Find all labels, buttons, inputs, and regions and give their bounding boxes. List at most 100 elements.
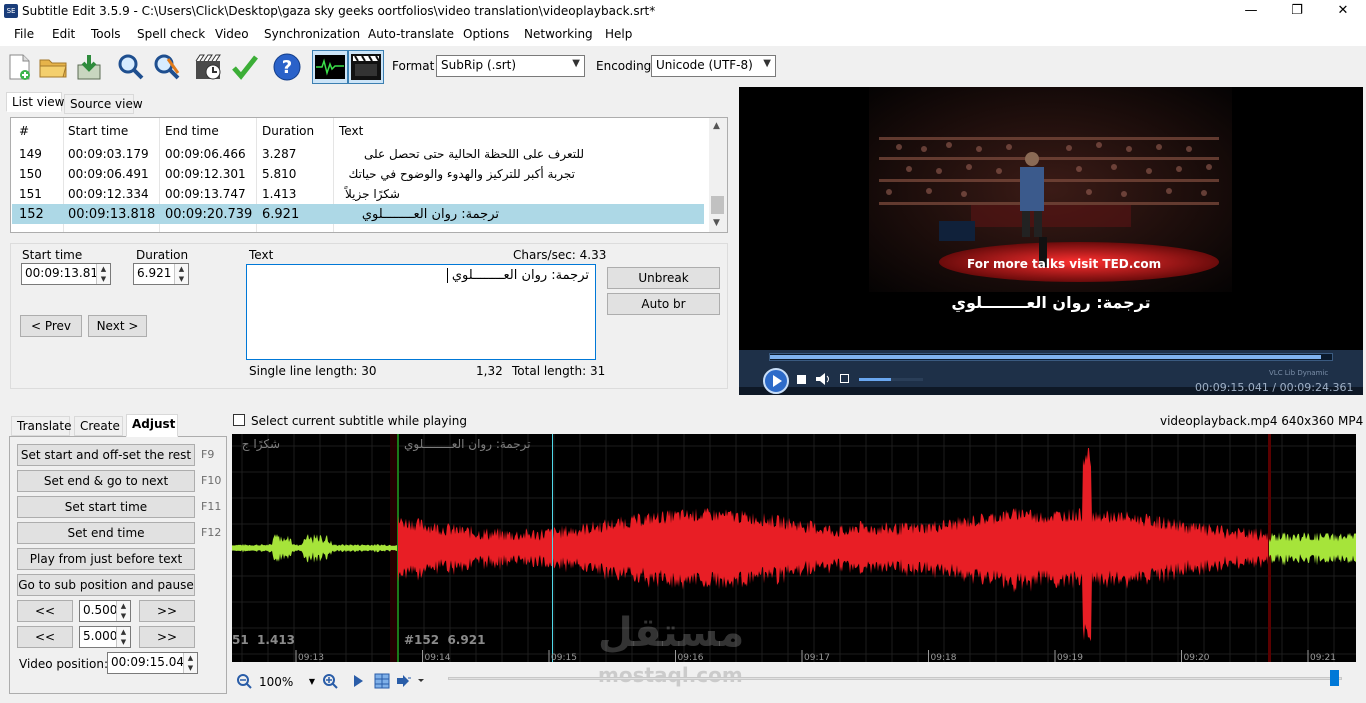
go-to-sub-pause-button[interactable]: Go to sub position and pause — [17, 574, 195, 596]
waveform-current-sub-info: #152 6.921 — [404, 633, 486, 647]
zoom-in-icon[interactable] — [322, 673, 338, 692]
zoom-select[interactable]: 100% ▼ — [255, 673, 317, 693]
col-header-end[interactable]: End time — [165, 124, 219, 138]
list-scrollbar[interactable]: ▲ ▼ — [709, 118, 727, 232]
set-start-time-button[interactable]: Set start time — [17, 496, 195, 518]
spinner-icon[interactable]: ▲ ▼ — [116, 601, 130, 621]
play-before-text-button[interactable]: Play from just before text — [17, 548, 195, 570]
spinner-icon[interactable]: ▲ ▼ — [174, 264, 188, 284]
shortcut-f9: F9 — [201, 448, 215, 461]
tab-source-view[interactable]: Source view — [64, 94, 143, 114]
unbreak-button[interactable]: Unbreak — [607, 267, 720, 289]
video-position-label: Video position: — [19, 657, 109, 671]
set-end-time-button[interactable]: Set end time — [17, 522, 195, 544]
col-header-start[interactable]: Start time — [68, 124, 128, 138]
fullscreen-icon[interactable] — [840, 374, 849, 383]
subtitle-text-value: ترجمة: روان العــــــــلوي — [451, 268, 589, 283]
video-toggle-icon[interactable] — [348, 50, 384, 84]
menu-video[interactable]: Video — [215, 27, 249, 41]
fwd-large-button[interactable]: >> — [139, 626, 195, 648]
menu-file[interactable]: File — [14, 27, 34, 41]
minimize-button[interactable]: — — [1228, 0, 1274, 22]
split-icon[interactable] — [374, 673, 390, 692]
position-track[interactable] — [448, 677, 1342, 680]
back-small-button[interactable]: << — [17, 600, 73, 622]
duration-value: 6.921 — [137, 266, 172, 280]
col-header-duration[interactable]: Duration — [262, 124, 314, 138]
col-header-text[interactable]: Text — [339, 124, 363, 138]
next-button[interactable]: Next > — [88, 315, 147, 337]
save-icon[interactable] — [74, 52, 104, 82]
menu-synchronization[interactable]: Synchronization — [264, 27, 360, 41]
col-header-number[interactable]: # — [19, 124, 29, 138]
large-step-input[interactable]: 5.000 ▲ ▼ — [79, 626, 131, 648]
tab-translate[interactable]: Translate — [11, 416, 72, 436]
tab-list-view[interactable]: List view — [6, 92, 64, 112]
play-button[interactable] — [763, 368, 789, 394]
play-selection-icon[interactable] — [352, 674, 364, 691]
close-button[interactable]: ✕ — [1320, 0, 1366, 22]
waveform-canvas[interactable]: 09:13 09:14 09:15 09:16 09:17 09:18 09:19 09:20… — [232, 434, 1356, 663]
start-time-input[interactable]: 00:09:13.818 ▲ ▼ — [21, 263, 111, 285]
video-player[interactable]: For more talks visit TED.com ترجمة: روان… — [739, 87, 1363, 395]
scroll-thumb[interactable] — [711, 196, 724, 214]
back-large-button[interactable]: << — [17, 626, 73, 648]
small-step-input[interactable]: 0.500 ▲ ▼ — [79, 600, 131, 622]
maximize-button[interactable]: ❐ — [1274, 0, 1320, 22]
format-select[interactable]: SubRip (.srt) ▼ — [436, 55, 585, 77]
table-row[interactable]: 150 00:09:06.491 00:09:12.301 5.810 تجرب… — [12, 164, 704, 184]
position-slider-thumb[interactable] — [1330, 670, 1339, 686]
stop-button[interactable] — [797, 375, 806, 384]
menu-tools[interactable]: Tools — [91, 27, 121, 41]
open-folder-icon[interactable] — [38, 52, 68, 82]
spell-check-icon[interactable] — [230, 52, 260, 82]
replace-icon[interactable] — [152, 52, 182, 82]
spinner-icon[interactable]: ▲ ▼ — [116, 627, 130, 647]
video-overlay-text: For more talks visit TED.com — [967, 257, 1162, 271]
encoding-select[interactable]: Unicode (UTF-8) ▼ — [651, 55, 776, 77]
volume-slider[interactable] — [859, 378, 923, 381]
select-current-checkbox[interactable] — [233, 414, 245, 426]
video-position-input[interactable]: 00:09:15.041 ▲ ▼ — [107, 652, 198, 674]
waveform-panel[interactable]: 09:13 09:14 09:15 09:16 09:17 09:18 09:19 09:20… — [232, 434, 1356, 663]
row-end: 00:09:12.301 — [165, 167, 246, 181]
spinner-icon[interactable]: ▲ ▼ — [96, 264, 110, 284]
tab-create[interactable]: Create — [74, 416, 123, 436]
fwd-small-button[interactable]: >> — [139, 600, 195, 622]
fix-errors-icon[interactable] — [194, 52, 224, 82]
subtitle-text-area[interactable]: ترجمة: روان العــــــــلوي — [246, 264, 596, 360]
menu-auto-translate[interactable]: Auto-translate — [368, 27, 454, 41]
duration-input[interactable]: 6.921 ▲ ▼ — [133, 263, 189, 285]
menu-help[interactable]: Help — [605, 27, 632, 41]
playhead[interactable] — [552, 434, 553, 662]
table-row[interactable]: 149 00:09:03.179 00:09:06.466 3.287 للتع… — [12, 144, 704, 164]
help-icon[interactable]: ? — [272, 52, 302, 82]
spinner-icon[interactable]: ▲ ▼ — [183, 653, 197, 673]
find-icon[interactable] — [116, 52, 146, 82]
tab-adjust[interactable]: Adjust — [126, 414, 178, 437]
volume-icon[interactable] — [815, 372, 831, 389]
set-start-offset-button[interactable]: Set start and off-set the rest — [17, 444, 195, 466]
time-tick-label: 09:14 — [425, 653, 451, 662]
menu-spell-check[interactable]: Spell check — [137, 27, 205, 41]
cursor-position: 1,32 — [476, 364, 503, 378]
scroll-up-icon[interactable]: ▲ — [713, 121, 720, 131]
menu-networking[interactable]: Networking — [524, 27, 593, 41]
forward-arrows-icon[interactable] — [396, 674, 424, 691]
menu-options[interactable]: Options — [463, 27, 509, 41]
shortcut-f12: F12 — [201, 526, 222, 539]
set-end-go-next-button[interactable]: Set end & go to next — [17, 470, 195, 492]
table-row-selected[interactable]: 152 00:09:13.818 00:09:20.739 6.921 ترجم… — [12, 204, 704, 224]
new-file-icon[interactable] — [4, 52, 34, 82]
scroll-down-icon[interactable]: ▼ — [713, 218, 720, 228]
video-subtitle: ترجمة: روان العــــــــلوي — [951, 293, 1151, 312]
row-text: للتعرف على اللحظة الحالية حتى تحصل على — [364, 147, 584, 161]
menu-edit[interactable]: Edit — [52, 27, 75, 41]
auto-br-button[interactable]: Auto br — [607, 293, 720, 315]
table-row[interactable]: 151 00:09:12.334 00:09:13.747 1.413 شكرً… — [12, 184, 704, 204]
zoom-out-icon[interactable] — [236, 673, 252, 692]
prev-button[interactable]: < Prev — [20, 315, 82, 337]
waveform-toggle-icon[interactable] — [312, 50, 348, 84]
seek-bar[interactable] — [769, 353, 1333, 361]
watermark-url: mostaql.com — [598, 663, 743, 687]
